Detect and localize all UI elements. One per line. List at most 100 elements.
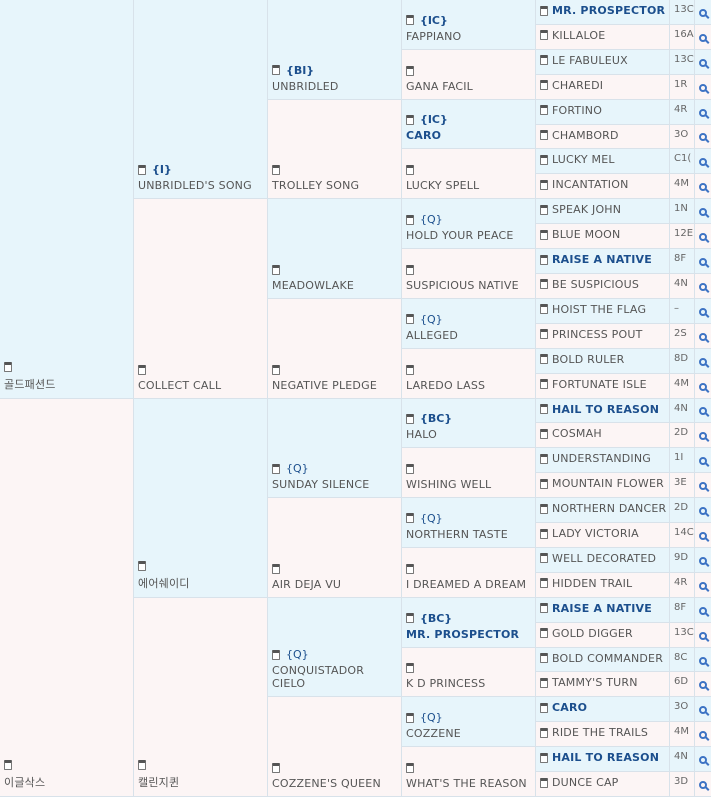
- search-icon[interactable]: [699, 457, 707, 466]
- horse-name[interactable]: NEGATIVE PLEDGE: [272, 379, 399, 392]
- clipboard-icon[interactable]: [540, 727, 548, 738]
- horse-name[interactable]: SUSPICIOUS NATIVE: [406, 279, 533, 292]
- horse-name[interactable]: I DREAMED A DREAM: [406, 578, 533, 591]
- horse-name[interactable]: CARO: [552, 701, 587, 714]
- clipboard-icon[interactable]: [540, 105, 548, 116]
- clipboard-icon[interactable]: [540, 503, 548, 514]
- horse-name[interactable]: RAISE A NATIVE: [552, 253, 652, 266]
- horse-name[interactable]: GANA FACIL: [406, 80, 533, 93]
- clipboard-icon[interactable]: [540, 628, 548, 639]
- search-icon[interactable]: [699, 58, 707, 67]
- horse-name[interactable]: SUNDAY SILENCE: [272, 478, 399, 491]
- horse-name[interactable]: BOLD COMMANDER: [552, 652, 663, 665]
- clipboard-icon[interactable]: [540, 279, 548, 290]
- horse-name[interactable]: 골드패션드: [4, 376, 131, 392]
- horse-name[interactable]: LE FABULEUX: [552, 54, 628, 67]
- search-icon[interactable]: [699, 407, 707, 416]
- clipboard-icon[interactable]: [540, 379, 548, 390]
- search-icon[interactable]: [699, 606, 707, 615]
- horse-name[interactable]: 에어쉐이디: [138, 575, 265, 591]
- clipboard-icon[interactable]: [540, 329, 548, 340]
- horse-name[interactable]: HAIL TO REASON: [552, 403, 659, 416]
- search-icon[interactable]: [699, 233, 707, 242]
- search-icon[interactable]: [699, 482, 707, 491]
- clipboard-icon[interactable]: [272, 649, 280, 660]
- clipboard-icon[interactable]: [138, 364, 146, 375]
- horse-name[interactable]: BLUE MOON: [552, 228, 620, 241]
- horse-name[interactable]: WISHING WELL: [406, 478, 533, 491]
- clipboard-icon[interactable]: [406, 65, 414, 76]
- search-icon[interactable]: [699, 382, 707, 391]
- horse-name[interactable]: CONQUISTADOR CIELO: [272, 664, 399, 690]
- search-icon[interactable]: [699, 507, 707, 516]
- clipboard-icon[interactable]: [4, 361, 12, 372]
- clipboard-icon[interactable]: [540, 777, 548, 788]
- clipboard-icon[interactable]: [540, 154, 548, 165]
- horse-name[interactable]: LAREDO LASS: [406, 379, 533, 392]
- clipboard-icon[interactable]: [540, 30, 548, 41]
- horse-name[interactable]: LUCKY MEL: [552, 153, 615, 166]
- search-icon[interactable]: [699, 208, 707, 217]
- clipboard-icon[interactable]: [540, 130, 548, 141]
- horse-name[interactable]: MR. PROSPECTOR: [406, 628, 533, 641]
- horse-name[interactable]: HALO: [406, 428, 533, 441]
- horse-name[interactable]: RAISE A NATIVE: [552, 602, 652, 615]
- clipboard-icon[interactable]: [540, 752, 548, 763]
- horse-name[interactable]: HOLD YOUR PEACE: [406, 229, 533, 242]
- horse-name[interactable]: WELL DECORATED: [552, 552, 656, 565]
- clipboard-icon[interactable]: [406, 264, 414, 275]
- search-icon[interactable]: [699, 631, 707, 640]
- horse-name[interactable]: MR. PROSPECTOR: [552, 4, 665, 17]
- horse-name[interactable]: COLLECT CALL: [138, 379, 265, 392]
- clipboard-icon[interactable]: [272, 463, 280, 474]
- clipboard-icon[interactable]: [540, 404, 548, 414]
- search-icon[interactable]: [699, 581, 707, 590]
- clipboard-icon[interactable]: [138, 164, 146, 175]
- search-icon[interactable]: [699, 307, 707, 316]
- horse-name[interactable]: UNDERSTANDING: [552, 452, 651, 465]
- clipboard-icon[interactable]: [406, 165, 414, 176]
- search-icon[interactable]: [699, 432, 707, 441]
- search-icon[interactable]: [699, 656, 707, 665]
- search-icon[interactable]: [699, 681, 707, 690]
- clipboard-icon[interactable]: [540, 254, 548, 265]
- horse-name[interactable]: GOLD DIGGER: [552, 627, 633, 640]
- clipboard-icon[interactable]: [406, 314, 414, 325]
- search-icon[interactable]: [699, 282, 707, 291]
- horse-name[interactable]: RIDE THE TRAILS: [552, 726, 648, 739]
- horse-name[interactable]: TAMMY'S TURN: [552, 676, 638, 689]
- clipboard-icon[interactable]: [540, 229, 548, 240]
- horse-name[interactable]: FAPPIANO: [406, 30, 533, 43]
- horse-name[interactable]: LADY VICTORIA: [552, 527, 639, 540]
- horse-name[interactable]: DUNCE CAP: [552, 776, 619, 789]
- clipboard-icon[interactable]: [540, 55, 548, 66]
- clipboard-icon[interactable]: [540, 603, 548, 614]
- search-icon[interactable]: [699, 731, 707, 740]
- horse-name[interactable]: AIR DEJA VU: [272, 578, 399, 591]
- horse-name[interactable]: COZZENE'S QUEEN: [272, 777, 399, 790]
- clipboard-icon[interactable]: [406, 15, 414, 26]
- search-icon[interactable]: [699, 33, 707, 42]
- clipboard-icon[interactable]: [540, 702, 548, 713]
- clipboard-icon[interactable]: [272, 264, 280, 275]
- horse-name[interactable]: BOLD RULER: [552, 353, 625, 366]
- horse-name[interactable]: NORTHERN TASTE: [406, 528, 533, 541]
- horse-name[interactable]: INCANTATION: [552, 178, 629, 191]
- search-icon[interactable]: [699, 8, 707, 17]
- horse-name[interactable]: COSMAH: [552, 427, 602, 440]
- search-icon[interactable]: [699, 332, 707, 341]
- horse-name[interactable]: MEADOWLAKE: [272, 279, 399, 292]
- search-icon[interactable]: [699, 108, 707, 117]
- clipboard-icon[interactable]: [406, 364, 414, 375]
- search-icon[interactable]: [699, 756, 707, 765]
- clipboard-icon[interactable]: [540, 179, 548, 190]
- search-icon[interactable]: [699, 83, 707, 92]
- horse-name[interactable]: COZZENE: [406, 727, 533, 740]
- clipboard-icon[interactable]: [406, 464, 414, 475]
- horse-name[interactable]: TROLLEY SONG: [272, 179, 399, 192]
- clipboard-icon[interactable]: [540, 578, 548, 589]
- clipboard-icon[interactable]: [540, 677, 548, 688]
- clipboard-icon[interactable]: [540, 5, 548, 16]
- horse-name[interactable]: HOIST THE FLAG: [552, 303, 646, 316]
- horse-name[interactable]: 캘린지퀸: [138, 774, 265, 790]
